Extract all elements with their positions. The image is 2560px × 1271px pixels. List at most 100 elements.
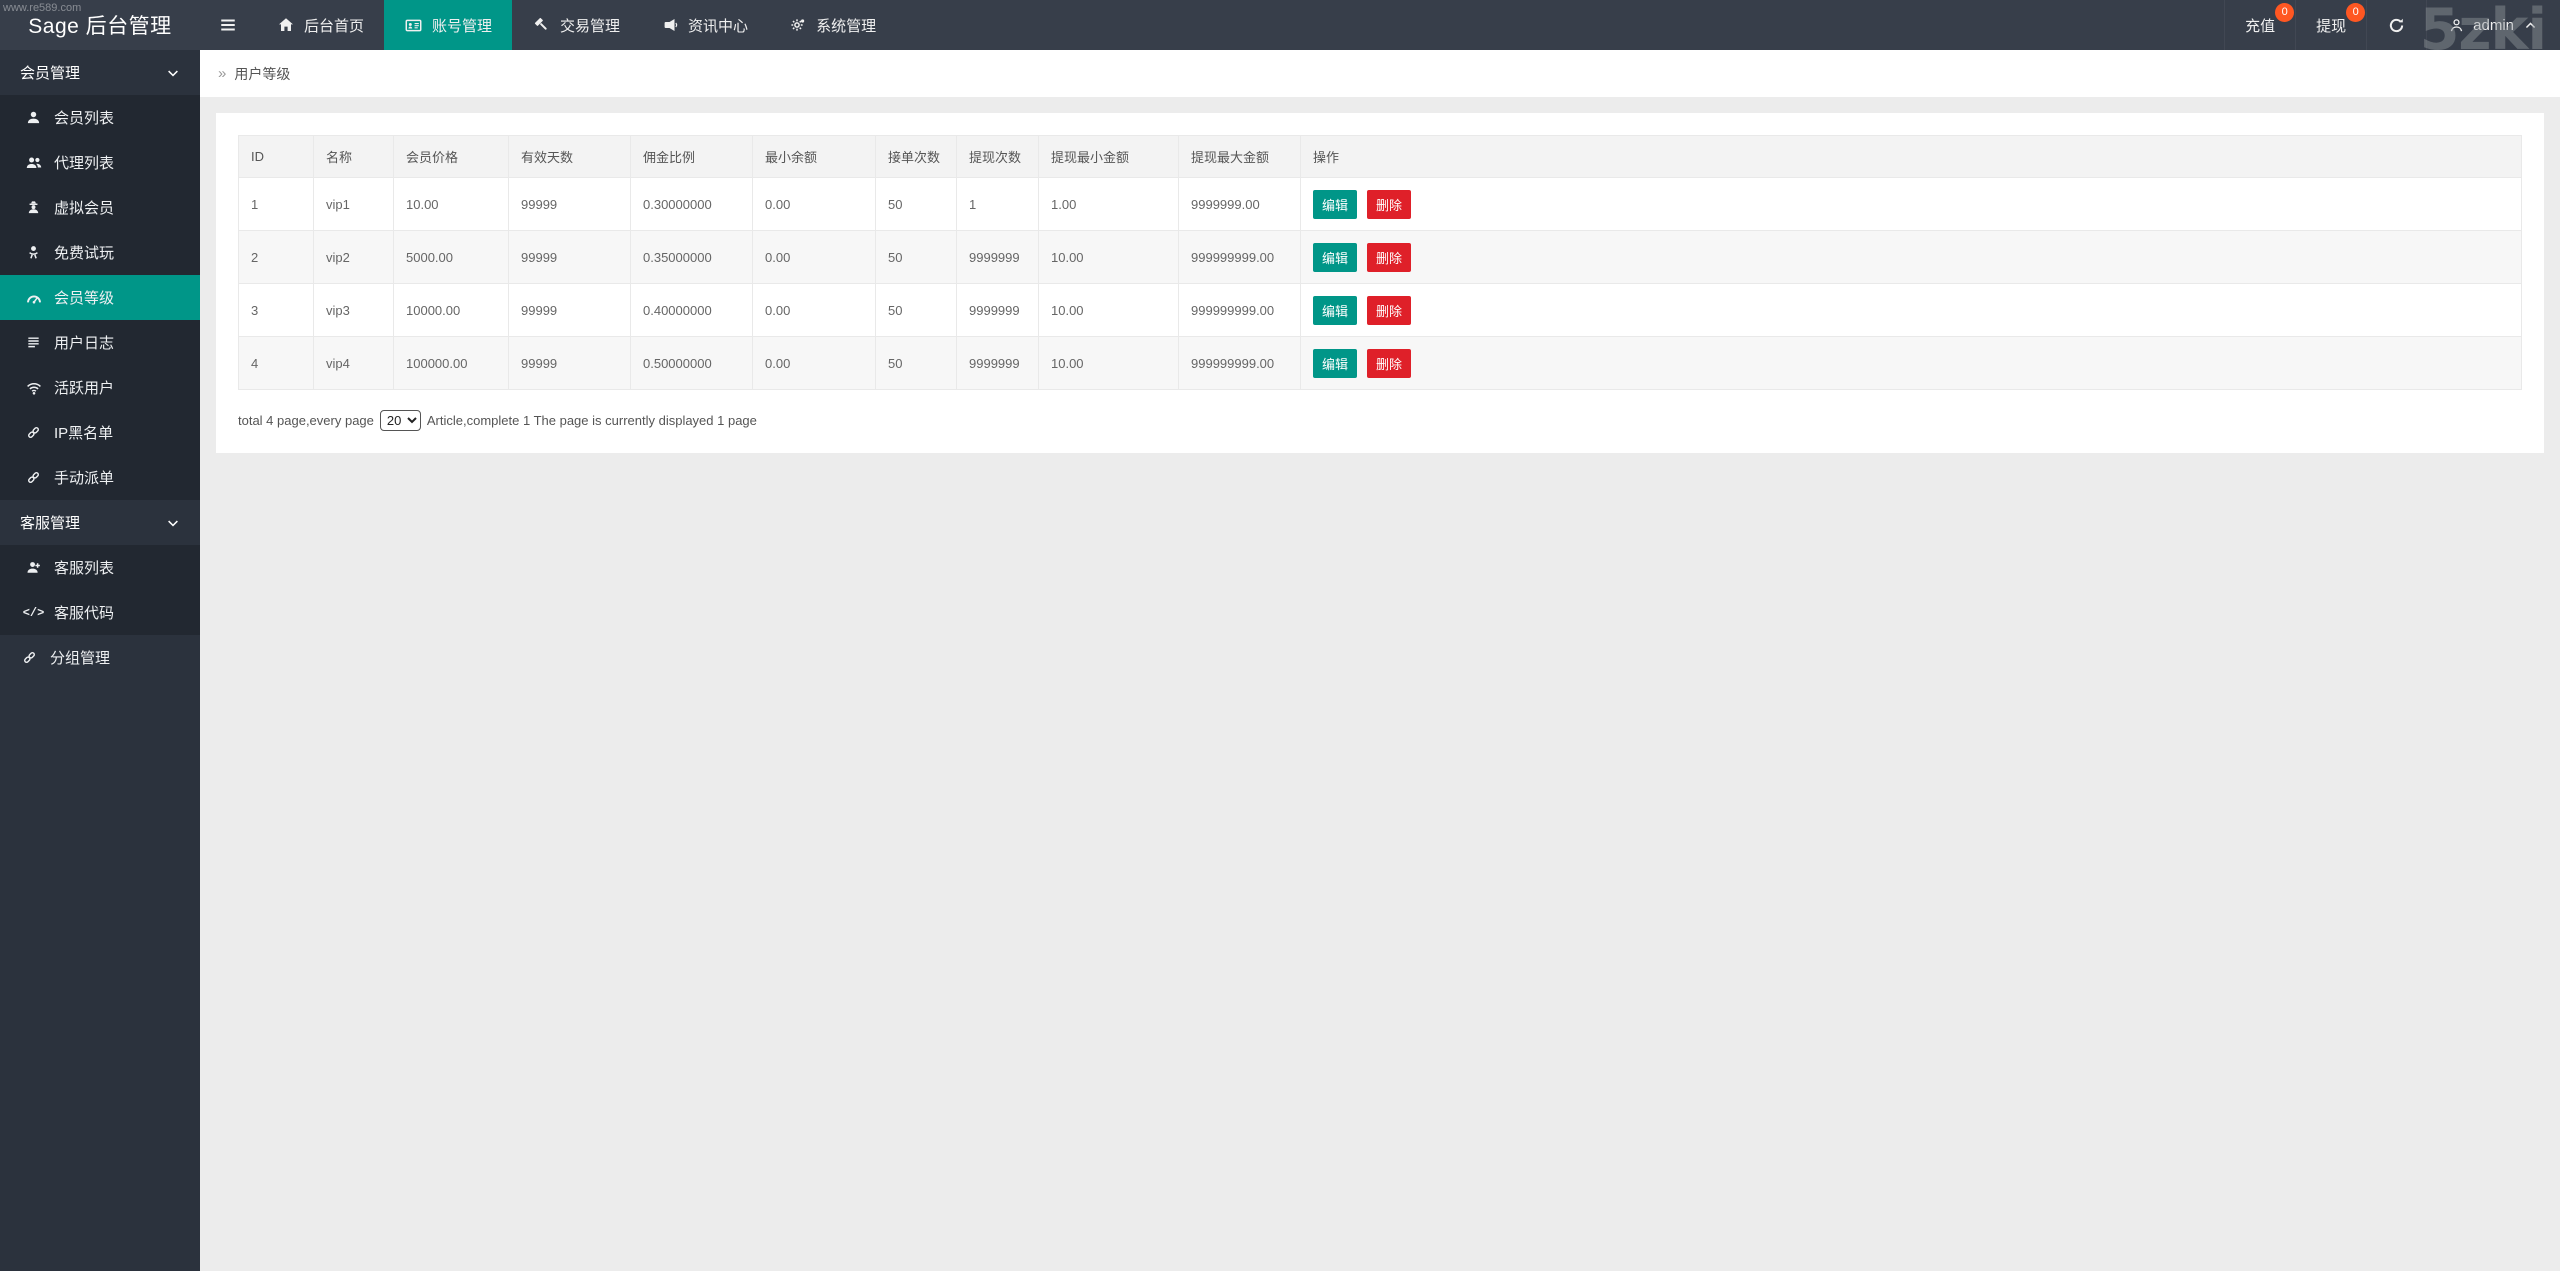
sidebar-group-support[interactable]: 客服管理	[0, 500, 200, 545]
link-icon	[24, 425, 43, 440]
cell-withdraw-max: 999999999.00	[1179, 284, 1301, 337]
cell-name: vip4	[314, 337, 394, 390]
nav-item-label: 后台首页	[304, 15, 364, 36]
pagination-suffix: Article,complete 1 The page is currently…	[427, 413, 757, 428]
sidebar-item-virtual-members[interactable]: 虚拟会员	[0, 185, 200, 230]
edit-button[interactable]: 编辑	[1313, 190, 1357, 219]
cell-days: 99999	[509, 337, 631, 390]
sidebar-toggle-button[interactable]	[200, 0, 256, 50]
cell-id: 1	[239, 178, 314, 231]
nav-item-accounts[interactable]: 账号管理	[384, 0, 512, 50]
cell-name: vip1	[314, 178, 394, 231]
cell-days: 99999	[509, 284, 631, 337]
sidebar-item-support-list[interactable]: 客服列表	[0, 545, 200, 590]
col-price: 会员价格	[394, 136, 509, 178]
sidebar-group-support-items: 客服列表 </> 客服代码	[0, 545, 200, 635]
code-icon: </>	[24, 606, 43, 620]
edit-button[interactable]: 编辑	[1313, 296, 1357, 325]
sidebar-group-members[interactable]: 会员管理	[0, 50, 200, 95]
cell-commission: 0.40000000	[631, 284, 753, 337]
sidebar-group-label: 客服管理	[20, 512, 80, 533]
cell-min-balance: 0.00	[753, 337, 876, 390]
delete-button[interactable]: 删除	[1367, 349, 1411, 378]
app-logo[interactable]: Sage 后台管理	[0, 0, 200, 50]
sidebar-item-member-levels[interactable]: 会员等级	[0, 275, 200, 320]
player-icon	[24, 245, 43, 260]
delete-button[interactable]: 删除	[1367, 190, 1411, 219]
sidebar-item-free-trial[interactable]: 免费试玩	[0, 230, 200, 275]
cell-actions: 编辑删除	[1301, 284, 2522, 337]
refresh-button[interactable]	[2366, 0, 2426, 50]
cell-withdraw-times: 9999999	[957, 337, 1039, 390]
cell-id: 4	[239, 337, 314, 390]
gears-icon	[788, 17, 807, 33]
sidebar-item-label: 活跃用户	[54, 377, 114, 398]
nav-item-trade[interactable]: 交易管理	[512, 0, 640, 50]
sidebar-item-label: 客服代码	[54, 602, 114, 623]
user-menu[interactable]: admin	[2426, 0, 2560, 50]
hamburger-icon	[219, 16, 238, 34]
cell-orders: 50	[876, 178, 957, 231]
cell-name: vip3	[314, 284, 394, 337]
cell-withdraw-min: 10.00	[1039, 231, 1179, 284]
main-nav: 后台首页 账号管理 交易管理 资讯中心 系统管理	[256, 0, 896, 50]
nav-item-system[interactable]: 系统管理	[768, 0, 896, 50]
sidebar-item-group-management[interactable]: 分组管理	[0, 635, 200, 680]
sidebar-item-user-logs[interactable]: 用户日志	[0, 320, 200, 365]
withdraw-badge: 0	[2346, 3, 2365, 22]
edit-button[interactable]: 编辑	[1313, 349, 1357, 378]
table-row: 4 vip4 100000.00 99999 0.50000000 0.00 5…	[239, 337, 2522, 390]
sidebar-item-label: 虚拟会员	[54, 197, 114, 218]
cell-withdraw-min: 10.00	[1039, 337, 1179, 390]
breadcrumb: » 用户等级	[200, 50, 2560, 97]
col-withdraw-max: 提现最大金额	[1179, 136, 1301, 178]
gauge-icon	[24, 290, 43, 306]
member-levels-table: ID 名称 会员价格 有效天数 佣金比例 最小余额 接单次数 提现次数 提现最小…	[238, 135, 2522, 390]
cell-actions: 编辑删除	[1301, 231, 2522, 284]
sidebar: 会员管理 会员列表 代理列表 虚拟会员 免费试玩	[0, 50, 200, 1271]
withdraw-button[interactable]: 提现 0	[2295, 0, 2366, 50]
cell-commission: 0.50000000	[631, 337, 753, 390]
table-header-row: ID 名称 会员价格 有效天数 佣金比例 最小余额 接单次数 提现次数 提现最小…	[239, 136, 2522, 178]
cell-min-balance: 0.00	[753, 178, 876, 231]
cell-days: 99999	[509, 178, 631, 231]
cell-price: 100000.00	[394, 337, 509, 390]
user-icon	[24, 110, 43, 125]
table-row: 3 vip3 10000.00 99999 0.40000000 0.00 50…	[239, 284, 2522, 337]
delete-button[interactable]: 删除	[1367, 296, 1411, 325]
table-card: ID 名称 会员价格 有效天数 佣金比例 最小余额 接单次数 提现次数 提现最小…	[216, 113, 2544, 453]
sidebar-item-active-users[interactable]: 活跃用户	[0, 365, 200, 410]
cell-withdraw-max: 999999999.00	[1179, 337, 1301, 390]
pagination-prefix: total 4 page,every page	[238, 413, 374, 428]
col-commission: 佣金比例	[631, 136, 753, 178]
pagination: total 4 page,every page 20 Article,compl…	[238, 410, 2522, 431]
nav-item-dashboard[interactable]: 后台首页	[256, 0, 384, 50]
cell-withdraw-min: 1.00	[1039, 178, 1179, 231]
chevron-down-icon	[163, 516, 182, 530]
sidebar-item-agent-list[interactable]: 代理列表	[0, 140, 200, 185]
list-icon	[24, 335, 43, 350]
user-secret-icon	[24, 200, 43, 215]
sidebar-item-manual-dispatch[interactable]: 手动派单	[0, 455, 200, 500]
page-size-select[interactable]: 20	[380, 410, 421, 431]
edit-button[interactable]: 编辑	[1313, 243, 1357, 272]
cell-id: 2	[239, 231, 314, 284]
sidebar-item-support-code[interactable]: </> 客服代码	[0, 590, 200, 635]
nav-item-news[interactable]: 资讯中心	[640, 0, 768, 50]
col-days: 有效天数	[509, 136, 631, 178]
recharge-button[interactable]: 充值 0	[2224, 0, 2295, 50]
bullhorn-icon	[660, 17, 679, 33]
cell-name: vip2	[314, 231, 394, 284]
table-row: 1 vip1 10.00 99999 0.30000000 0.00 50 1 …	[239, 178, 2522, 231]
sidebar-item-member-list[interactable]: 会员列表	[0, 95, 200, 140]
recharge-label: 充值	[2245, 15, 2275, 36]
cell-withdraw-times: 1	[957, 178, 1039, 231]
delete-button[interactable]: 删除	[1367, 243, 1411, 272]
cell-price: 10.00	[394, 178, 509, 231]
sidebar-item-ip-blacklist[interactable]: IP黑名单	[0, 410, 200, 455]
sidebar-item-label: 会员列表	[54, 107, 114, 128]
id-card-icon	[404, 17, 423, 34]
wifi-icon	[24, 380, 43, 396]
sidebar-item-label: 免费试玩	[54, 242, 114, 263]
cell-orders: 50	[876, 337, 957, 390]
